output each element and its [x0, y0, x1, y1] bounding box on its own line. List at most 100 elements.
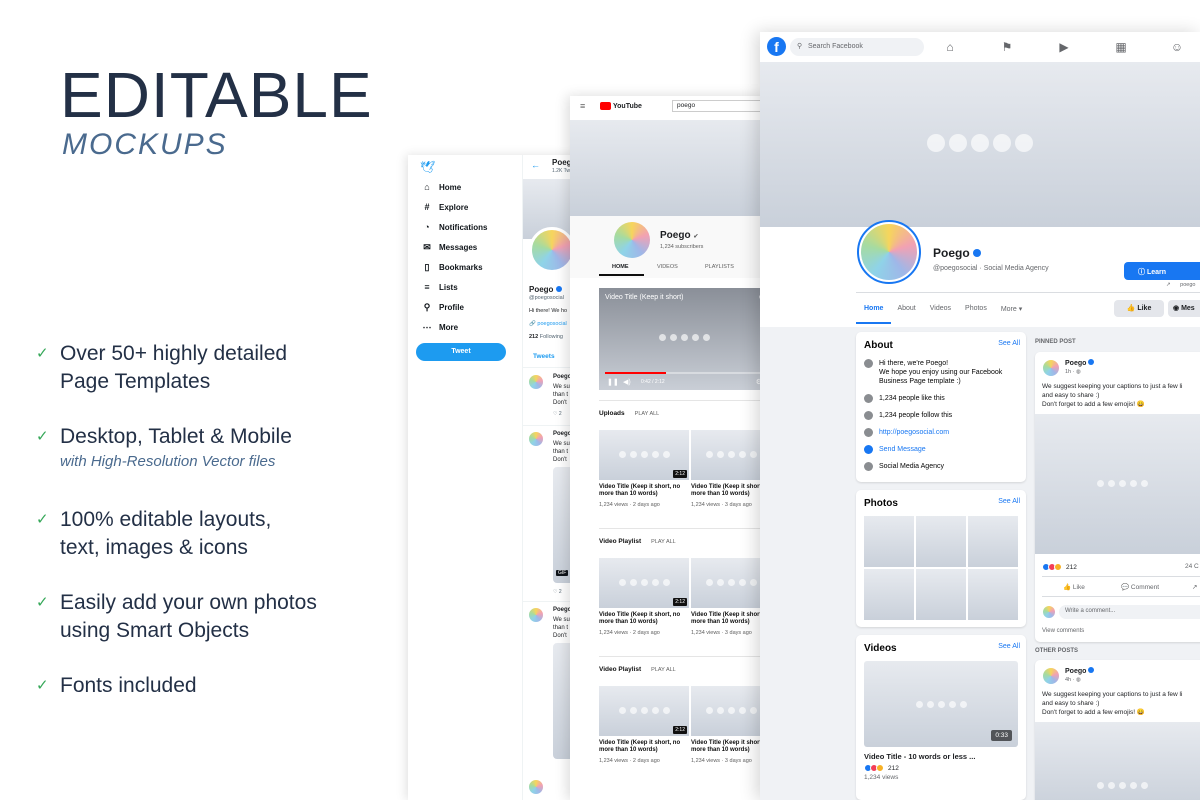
tab-home[interactable]: Home: [864, 305, 883, 313]
nav-label: Home: [439, 182, 462, 192]
subscriber-count: 1,234 subscribers: [660, 244, 704, 250]
feature-text: Over 50+ highly detailed: [60, 342, 288, 365]
tab-photos[interactable]: Photos: [965, 305, 987, 313]
sidebar-item-more[interactable]: ⋯ More: [408, 317, 523, 337]
page-tabs: Home About Videos Photos More ▾: [864, 305, 1036, 313]
view-comments-link[interactable]: View comments: [1042, 628, 1084, 634]
tab-home[interactable]: HOME: [612, 264, 629, 270]
sidebar-item-profile[interactable]: ⚲ Profile: [408, 297, 523, 317]
sidebar-item-bookmarks[interactable]: ▯ Bookmarks: [408, 257, 523, 277]
sidebar-item-messages[interactable]: ✉ Messages: [408, 237, 523, 257]
post-image[interactable]: [1035, 414, 1200, 554]
flag-icon[interactable]: ⚑: [1000, 40, 1014, 54]
sidebar-item-explore[interactable]: # Explore: [408, 197, 523, 217]
marketplace-icon[interactable]: ▦: [1114, 40, 1128, 54]
search-input[interactable]: Search Facebook: [790, 38, 924, 56]
sidebar-item-notifications[interactable]: ◔ Notifications: [408, 217, 523, 237]
play-all-link[interactable]: PLAY ALL: [651, 539, 676, 545]
comment-input[interactable]: Write a comment...: [1059, 605, 1200, 619]
comment-action[interactable]: 💬 Comment: [1121, 583, 1159, 591]
player-time: 0:42 / 2:12: [641, 379, 665, 385]
learn-more-button[interactable]: ⓘ Learn: [1124, 262, 1200, 280]
search-input[interactable]: poego: [672, 100, 770, 112]
facebook-logo-icon[interactable]: f: [767, 37, 786, 56]
nav-label: Lists: [439, 282, 458, 292]
post-image[interactable]: [1035, 722, 1200, 800]
video-title[interactable]: Video Title (Keep it short, d more than …: [691, 612, 770, 626]
photos-card: Photos See All: [856, 490, 1026, 627]
like-button[interactable]: 👍 Like: [1114, 300, 1164, 317]
video-thumbnail[interactable]: 0:33: [864, 661, 1018, 747]
video-meta: 1,234 views · 2 days ago: [599, 630, 660, 636]
sidebar-item-lists[interactable]: ≡ Lists: [408, 277, 523, 297]
video-title[interactable]: Video Title (Keep it short, d more than …: [691, 484, 770, 498]
cta-sublink[interactable]: ↗ poego: [1166, 282, 1195, 288]
see-all-link[interactable]: See All: [998, 340, 1020, 347]
tweet-button[interactable]: Tweet: [416, 343, 506, 361]
tab-tweets[interactable]: Tweets: [533, 353, 555, 360]
feature-item: ✓ Over 50+ highly detailed Page Template…: [36, 340, 287, 396]
about-category: Social Media Agency: [864, 462, 1018, 471]
post-reactions[interactable]: 212: [1042, 563, 1077, 571]
twitter-sidebar: ⌂ Home # Explore ◔ Notifications ✉ Messages …: [408, 177, 523, 361]
see-all-link[interactable]: See All: [998, 643, 1020, 650]
twitter-bird-icon[interactable]: 🕊: [420, 160, 435, 174]
tab-playlists[interactable]: PLAYLISTS: [705, 264, 734, 270]
video-thumbnail[interactable]: [691, 686, 770, 736]
video-icon[interactable]: ▶: [1057, 40, 1071, 54]
photo-thumbnail[interactable]: [916, 569, 966, 620]
feature-text: Fonts included: [60, 674, 197, 697]
photo-thumbnail[interactable]: [864, 516, 914, 567]
video-thumbnail[interactable]: [691, 558, 770, 608]
post-comment-count[interactable]: 24 C: [1185, 563, 1199, 570]
volume-icon[interactable]: ◀): [623, 378, 631, 386]
progress-track[interactable]: [605, 372, 765, 374]
hamburger-menu-icon[interactable]: ≡: [580, 101, 585, 111]
tab-about[interactable]: About: [897, 305, 915, 313]
video-thumbnail[interactable]: 2:12: [599, 430, 689, 480]
globe-icon: [864, 428, 873, 437]
youtube-logo[interactable]: YouTube: [600, 102, 642, 110]
play-all-link[interactable]: PLAY ALL: [635, 411, 660, 417]
share-icon[interactable]: ↗: [1192, 583, 1197, 591]
video-thumbnail[interactable]: 2:12: [599, 686, 689, 736]
see-all-link[interactable]: See All: [998, 498, 1020, 505]
photo-thumbnail[interactable]: [968, 569, 1018, 620]
video-title[interactable]: Video Title (Keep it short, no more than…: [599, 740, 687, 754]
back-arrow-icon[interactable]: ←: [531, 160, 540, 170]
video-thumbnail[interactable]: 2:12: [599, 558, 689, 608]
nav-label: Bookmarks: [439, 262, 483, 272]
video-reactions[interactable]: 212: [864, 764, 1018, 772]
like-action[interactable]: 👍 Like: [1063, 583, 1085, 591]
check-icon: ✓: [36, 511, 49, 528]
about-intro: Hi there, we're Poego! We hope you enjoy …: [864, 359, 1018, 386]
reply-icon[interactable]: ♡ 2: [553, 411, 562, 417]
photo-thumbnail[interactable]: [968, 516, 1018, 567]
play-all-link[interactable]: PLAY ALL: [651, 667, 676, 673]
photo-thumbnail[interactable]: [864, 569, 914, 620]
check-icon: ✓: [36, 345, 49, 362]
home-icon[interactable]: ⌂: [943, 40, 957, 54]
tab-more[interactable]: More ▾: [1001, 305, 1022, 313]
video-thumbnail[interactable]: [691, 430, 770, 480]
video-title[interactable]: Video Title (Keep it short, no more than…: [599, 484, 687, 498]
following-count[interactable]: 212 Following: [529, 334, 563, 340]
pause-icon[interactable]: ❚❚: [607, 378, 619, 386]
person-icon: ⚲: [423, 302, 431, 312]
about-message[interactable]: Send Message: [864, 445, 1018, 454]
message-button[interactable]: ◉ Mes: [1168, 300, 1200, 317]
feature-item: ✓ 100% editable layouts, text, images & …: [36, 506, 271, 562]
groups-icon[interactable]: ☺: [1170, 40, 1184, 54]
tab-videos[interactable]: VIDEOS: [657, 264, 678, 270]
tab-videos[interactable]: Videos: [930, 305, 951, 313]
sidebar-item-home[interactable]: ⌂ Home: [408, 177, 523, 197]
video-title[interactable]: Video Title (Keep it short, d more than …: [691, 740, 770, 754]
video-caption[interactable]: Video Title - 10 words or less ...: [864, 752, 1018, 761]
reply-icon[interactable]: ♡ 2: [553, 589, 562, 595]
video-title[interactable]: Video Title (Keep it short, no more than…: [599, 612, 687, 626]
header-count: 1.2K Tw: [552, 168, 570, 174]
about-website[interactable]: http://poegosocial.com: [864, 428, 1018, 437]
profile-link[interactable]: 🔗 poegosocial: [529, 321, 567, 327]
video-player[interactable]: Video Title (Keep it short) ◷ ❚❚ ◀) 0:42…: [599, 288, 770, 390]
photo-thumbnail[interactable]: [916, 516, 966, 567]
